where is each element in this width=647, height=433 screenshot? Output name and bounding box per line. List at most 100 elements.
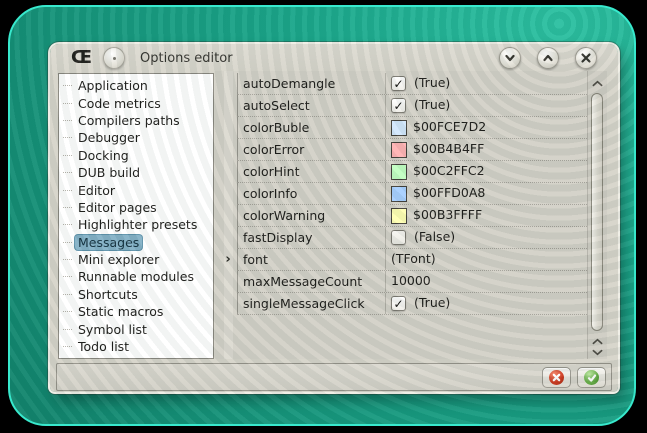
tree-connector-icon bbox=[63, 311, 72, 312]
checkbox-checked-icon[interactable]: ✓ bbox=[391, 98, 406, 113]
sidebar-item-messages[interactable]: Messages bbox=[59, 234, 213, 251]
cancel-button[interactable] bbox=[542, 367, 571, 388]
titlebar[interactable]: Œ Options editor bbox=[50, 44, 618, 72]
property-value[interactable]: 10000 bbox=[385, 271, 587, 292]
tree-connector-icon bbox=[63, 207, 72, 208]
sidebar-item-label: Todo list bbox=[75, 339, 132, 354]
color-swatch[interactable] bbox=[391, 142, 407, 158]
green-check-icon bbox=[584, 370, 599, 385]
sidebar-item-editor-pages[interactable]: Editor pages bbox=[59, 199, 213, 216]
property-value[interactable]: ✓ (True) bbox=[385, 293, 587, 314]
color-swatch[interactable] bbox=[391, 208, 407, 224]
property-row-colorHint[interactable]: colorHint $00C2FFC2 bbox=[237, 161, 587, 183]
scrollbar-thumb[interactable] bbox=[591, 93, 603, 331]
window-controls bbox=[499, 47, 597, 69]
property-row-colorBuble[interactable]: colorBuble $00FCE7D2 bbox=[237, 117, 587, 139]
scroll-down-button[interactable] bbox=[591, 346, 604, 358]
property-row-colorWarning[interactable]: colorWarning $00B3FFFF bbox=[237, 205, 587, 227]
sidebar-item-compilers-paths[interactable]: Compilers paths bbox=[59, 112, 213, 129]
tree-connector-icon bbox=[63, 329, 72, 330]
property-value-text: (TFont) bbox=[391, 253, 436, 266]
sidebar-item-application[interactable]: Application bbox=[59, 77, 213, 94]
sidebar-item-code-metrics[interactable]: Code metrics bbox=[59, 94, 213, 111]
footer-bar bbox=[56, 363, 612, 391]
sidebar-item-label: Static macros bbox=[75, 304, 166, 319]
property-row-singleMessageClick[interactable]: singleMessageClick ✓ (True) bbox=[237, 293, 587, 315]
sidebar-item-label: Mini explorer bbox=[75, 252, 162, 267]
tree-connector-icon bbox=[63, 224, 72, 225]
sidebar-item-label: Messages bbox=[75, 235, 142, 250]
property-name: singleMessageClick bbox=[237, 293, 385, 314]
checkbox-checked-icon[interactable]: ✓ bbox=[391, 296, 406, 311]
scroll-up-button[interactable] bbox=[591, 77, 604, 89]
tree-connector-icon bbox=[63, 120, 72, 121]
property-name: colorInfo bbox=[237, 183, 385, 204]
sidebar-item-debugger[interactable]: Debugger bbox=[59, 129, 213, 146]
sidebar-item-symbol-list[interactable]: Symbol list bbox=[59, 320, 213, 337]
property-value[interactable]: ✓(True) bbox=[385, 73, 587, 94]
tree-connector-icon bbox=[63, 85, 72, 86]
chevron-up-icon bbox=[592, 80, 603, 87]
property-row-maxMessageCount[interactable]: maxMessageCount 10000 bbox=[237, 271, 587, 293]
expand-arrow-icon[interactable]: › bbox=[221, 252, 235, 267]
sidebar-item-label: Debugger bbox=[75, 130, 143, 145]
chevron-down-icon bbox=[504, 52, 516, 64]
sidebar-item-editor[interactable]: Editor bbox=[59, 181, 213, 198]
sidebar-item-highlighter-presets[interactable]: Highlighter presets bbox=[59, 216, 213, 233]
sidebar-item-runnable-modules[interactable]: Runnable modules bbox=[59, 268, 213, 285]
maximize-button[interactable] bbox=[537, 47, 559, 69]
checkbox-unchecked-icon[interactable] bbox=[391, 230, 406, 245]
vertical-scrollbar[interactable] bbox=[587, 71, 607, 359]
property-name: colorBuble bbox=[237, 117, 385, 138]
color-swatch[interactable] bbox=[391, 164, 407, 180]
tree-connector-icon bbox=[63, 155, 72, 156]
property-value[interactable]: (TFont) bbox=[385, 249, 587, 270]
property-value-text: $00FFD0A8 bbox=[413, 187, 485, 200]
property-value[interactable]: $00B3FFFF bbox=[385, 205, 587, 226]
close-button[interactable] bbox=[575, 47, 597, 69]
tree-connector-icon bbox=[63, 242, 72, 243]
property-value[interactable]: $00C2FFC2 bbox=[385, 161, 587, 182]
window-title: Options editor bbox=[140, 51, 233, 66]
property-row-fastDisplay[interactable]: fastDisplay (False) bbox=[237, 227, 587, 249]
property-value[interactable]: ✓(True) bbox=[385, 95, 587, 116]
property-grid: › autoDemangle ✓(True) autoSelect ✓(True… bbox=[215, 71, 607, 359]
property-name: colorError bbox=[237, 139, 385, 160]
sidebar-item-label: Runnable modules bbox=[75, 269, 197, 284]
minimize-button[interactable] bbox=[499, 47, 521, 69]
sidebar-item-docking[interactable]: Docking bbox=[59, 147, 213, 164]
sidebar-item-shortcuts[interactable]: Shortcuts bbox=[59, 286, 213, 303]
sidebar-item-label: Docking bbox=[75, 148, 132, 163]
teal-desktop-frame: Œ Options editor Application Code metric… bbox=[8, 5, 636, 426]
property-row-autoSelect[interactable]: autoSelect ✓(True) bbox=[237, 95, 587, 117]
property-value-text: $00C2FFC2 bbox=[413, 165, 485, 178]
tree-connector-icon bbox=[63, 190, 72, 191]
color-swatch[interactable] bbox=[391, 120, 407, 136]
property-row-autoDemangle[interactable]: autoDemangle ✓(True) bbox=[237, 73, 587, 95]
sidebar-item-todo-list[interactable]: Todo list bbox=[59, 338, 213, 355]
window-menu-button[interactable] bbox=[103, 47, 125, 69]
grid-splitter[interactable] bbox=[224, 71, 233, 359]
color-swatch[interactable] bbox=[391, 186, 407, 202]
sidebar-item-static-macros[interactable]: Static macros bbox=[59, 303, 213, 320]
sidebar-item-label: Shortcuts bbox=[75, 287, 141, 302]
property-name: autoSelect bbox=[237, 95, 385, 116]
property-value-text: (True) bbox=[414, 297, 450, 310]
property-row-font[interactable]: font (TFont) bbox=[237, 249, 587, 271]
ok-button[interactable] bbox=[577, 367, 606, 388]
property-name: colorWarning bbox=[237, 205, 385, 226]
property-value[interactable]: $00B4B4FF bbox=[385, 139, 587, 160]
tree-connector-icon bbox=[63, 346, 72, 347]
sidebar-item-mini-explorer[interactable]: Mini explorer bbox=[59, 251, 213, 268]
property-row-colorInfo[interactable]: colorInfo $00FFD0A8 bbox=[237, 183, 587, 205]
property-value[interactable]: $00FCE7D2 bbox=[385, 117, 587, 138]
property-row-colorError[interactable]: colorError $00B4B4FF bbox=[237, 139, 587, 161]
property-value[interactable]: $00FFD0A8 bbox=[385, 183, 587, 204]
sidebar-item-dub-build[interactable]: DUB build bbox=[59, 164, 213, 181]
checkbox-checked-icon[interactable]: ✓ bbox=[391, 76, 406, 91]
sidebar-item-label: Highlighter presets bbox=[75, 217, 200, 232]
property-name: autoDemangle bbox=[237, 73, 385, 94]
sidebar-item-label: Editor bbox=[75, 183, 118, 198]
tree-connector-icon bbox=[63, 294, 72, 295]
property-value[interactable]: (False) bbox=[385, 227, 587, 248]
